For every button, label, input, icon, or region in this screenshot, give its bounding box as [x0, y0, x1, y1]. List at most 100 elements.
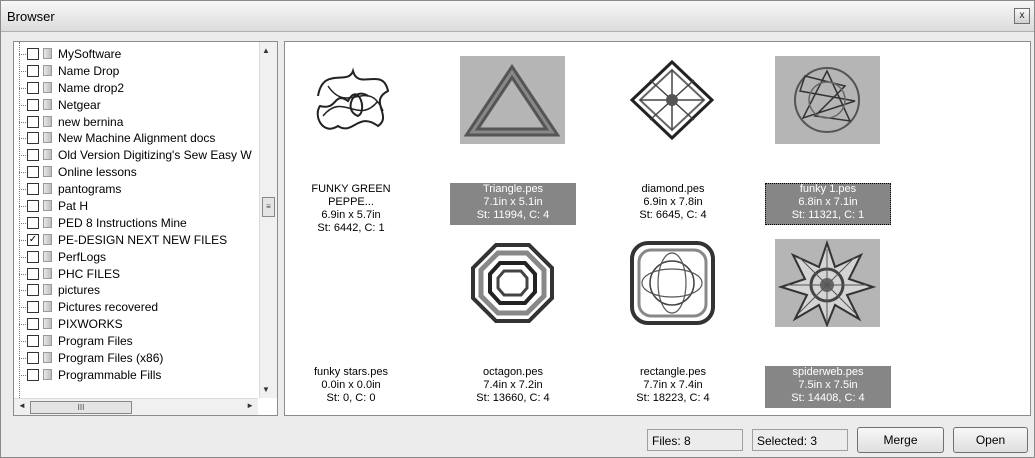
folder-checkbox[interactable]	[27, 183, 39, 196]
files-count: Files: 8	[647, 429, 743, 451]
tree-connector	[19, 290, 26, 292]
design-item[interactable]: octagon.pes 7.4in x 7.2in St: 13660, C: 4	[450, 225, 580, 415]
tree-item[interactable]: MySoftware	[14, 46, 258, 63]
folder-icon	[43, 149, 52, 161]
design-name: rectangle.pes	[639, 366, 707, 378]
scroll-left-icon[interactable]: ◄	[18, 401, 26, 410]
folder-icon	[43, 216, 52, 228]
title-bar[interactable]: Browser x	[1, 1, 1034, 32]
vertical-scrollbar[interactable]: ▲ ≡ ▼	[259, 42, 277, 398]
design-caption[interactable]: spiderweb.pes 7.5in x 7.5in St: 14408, C: …	[765, 366, 891, 408]
close-icon[interactable]: x	[1014, 8, 1030, 24]
tree-item[interactable]: New Machine Alignment docs	[14, 130, 258, 147]
design-size: 7.4in x 7.2in	[483, 379, 543, 391]
folder-checkbox[interactable]: ✓	[27, 233, 39, 246]
tree-item-label: Netgear	[58, 97, 101, 112]
design-caption[interactable]: Triangle.pes 7.1in x 5.1in St: 11994, C: 4	[450, 183, 576, 225]
folder-checkbox[interactable]	[27, 166, 39, 179]
design-caption[interactable]: funky 1.pes 6.8in x 7.1in St: 11321, C: 1	[765, 183, 891, 225]
design-caption[interactable]: diamond.pes 6.9in x 7.8in St: 6645, C: 4	[610, 183, 736, 225]
tree-item[interactable]: PerfLogs	[14, 249, 258, 266]
tree-item[interactable]: Old Version Digitizing's Sew Easy W	[14, 147, 258, 164]
folder-checkbox[interactable]	[27, 115, 39, 128]
vertical-scroll-thumb[interactable]: ≡	[262, 197, 275, 217]
tree-item[interactable]: Name Drop	[14, 63, 258, 80]
tree-item[interactable]: pantograms	[14, 181, 258, 198]
tree-item[interactable]: Pictures recovered	[14, 299, 258, 316]
folder-checkbox[interactable]	[27, 132, 39, 145]
design-gallery: FUNKY GREEN PEPPE... 6.9in x 5.7in St: 644…	[284, 41, 1031, 416]
tree-item-label: PE-DESIGN NEXT NEW FILES	[58, 232, 228, 247]
scroll-right-icon[interactable]: ►	[246, 401, 254, 410]
design-caption[interactable]: funky stars.pes 0.0in x 0.0in St: 0, C: 0	[288, 366, 414, 408]
tree-connector	[19, 87, 26, 89]
folder-checkbox[interactable]	[27, 318, 39, 331]
folder-checkbox[interactable]	[27, 200, 39, 213]
horizontal-scrollbar[interactable]: ◄ III ►	[14, 398, 258, 415]
tree-item-label: Name drop2	[58, 80, 125, 95]
tree-connector	[19, 104, 26, 106]
folder-checkbox[interactable]	[27, 149, 39, 162]
tree-item[interactable]: Netgear	[14, 97, 258, 114]
horizontal-scroll-thumb[interactable]: III	[30, 401, 132, 414]
tree-item[interactable]: Programmable Fills	[14, 367, 258, 384]
design-stats: St: 11994, C: 4	[476, 209, 550, 221]
rounded-rectangle-icon[interactable]	[620, 239, 725, 327]
scroll-up-icon[interactable]: ▲	[262, 46, 270, 55]
tree-item[interactable]: Program Files	[14, 333, 258, 350]
triangle-icon[interactable]	[460, 56, 565, 144]
design-name: FUNKY GREEN PEPPE...	[311, 183, 391, 208]
tree-connector	[19, 324, 26, 326]
tree-item[interactable]: PED 8 Instructions Mine	[14, 215, 258, 232]
tree-item[interactable]: Online lessons	[14, 164, 258, 181]
tree-item-label: Pat H	[58, 199, 89, 214]
tree-item[interactable]: PHC FILES	[14, 266, 258, 283]
tree-item[interactable]: Program Files (x86)	[14, 350, 258, 367]
design-name: Triangle.pes	[482, 183, 544, 195]
design-caption[interactable]: rectangle.pes 7.7in x 7.4in St: 18223, C: …	[610, 366, 736, 408]
design-caption[interactable]: FUNKY GREEN PEPPE... 6.9in x 5.7in St: 644…	[288, 183, 414, 234]
folder-checkbox[interactable]	[27, 284, 39, 297]
tree-item-label: PIXWORKS	[58, 317, 123, 332]
folder-checkbox[interactable]	[27, 216, 39, 229]
merge-button[interactable]: Merge	[857, 427, 944, 453]
design-stats: St: 13660, C: 4	[476, 392, 550, 404]
tree-item[interactable]: pictures	[14, 282, 258, 299]
open-button[interactable]: Open	[953, 427, 1028, 453]
design-item[interactable]: Triangle.pes 7.1in x 5.1in St: 11994, C: 4	[450, 42, 580, 232]
design-caption[interactable]: octagon.pes 7.4in x 7.2in St: 13660, C: 4	[450, 366, 576, 408]
folder-checkbox[interactable]	[27, 335, 39, 348]
tree-item[interactable]: new bernina	[14, 114, 258, 131]
design-name: octagon.pes	[483, 366, 543, 378]
funky-knot-icon[interactable]	[775, 56, 880, 144]
empty-icon[interactable]	[298, 239, 403, 327]
folder-checkbox[interactable]	[27, 368, 39, 381]
folder-checkbox[interactable]	[27, 98, 39, 111]
diamond-icon[interactable]	[620, 56, 725, 144]
tree-item[interactable]: ✓ PE-DESIGN NEXT NEW FILES	[14, 232, 258, 249]
design-item[interactable]: funky 1.pes 6.8in x 7.1in St: 11321, C: 1	[765, 42, 895, 232]
tree-item[interactable]: Name drop2	[14, 80, 258, 97]
octagon-icon[interactable]	[460, 239, 565, 327]
folder-checkbox[interactable]	[27, 64, 39, 77]
folder-checkbox[interactable]	[27, 250, 39, 263]
folder-checkbox[interactable]	[27, 81, 39, 94]
folder-checkbox[interactable]	[27, 301, 39, 314]
folder-icon	[43, 352, 52, 364]
folder-checkbox[interactable]	[27, 48, 39, 60]
design-item[interactable]: spiderweb.pes 7.5in x 7.5in St: 14408, C: …	[765, 225, 895, 415]
design-item[interactable]: FUNKY GREEN PEPPE... 6.9in x 5.7in St: 644…	[288, 42, 418, 234]
tree-item[interactable]: Pat H	[14, 198, 258, 215]
design-item[interactable]: diamond.pes 6.9in x 7.8in St: 6645, C: 4	[610, 42, 740, 232]
tree-item-label: PerfLogs	[58, 249, 107, 264]
scribble-icon[interactable]	[298, 56, 403, 144]
folder-checkbox[interactable]	[27, 267, 39, 280]
scroll-down-icon[interactable]: ▼	[262, 385, 270, 394]
design-item[interactable]: rectangle.pes 7.7in x 7.4in St: 18223, C: …	[610, 225, 740, 415]
tree-item-label: Programmable Fills	[58, 367, 162, 382]
tree-item[interactable]: PIXWORKS	[14, 316, 258, 333]
folder-icon	[43, 64, 52, 76]
folder-checkbox[interactable]	[27, 352, 39, 365]
spiderweb-icon[interactable]	[775, 239, 880, 328]
design-item[interactable]: funky stars.pes 0.0in x 0.0in St: 0, C: 0	[288, 225, 418, 415]
